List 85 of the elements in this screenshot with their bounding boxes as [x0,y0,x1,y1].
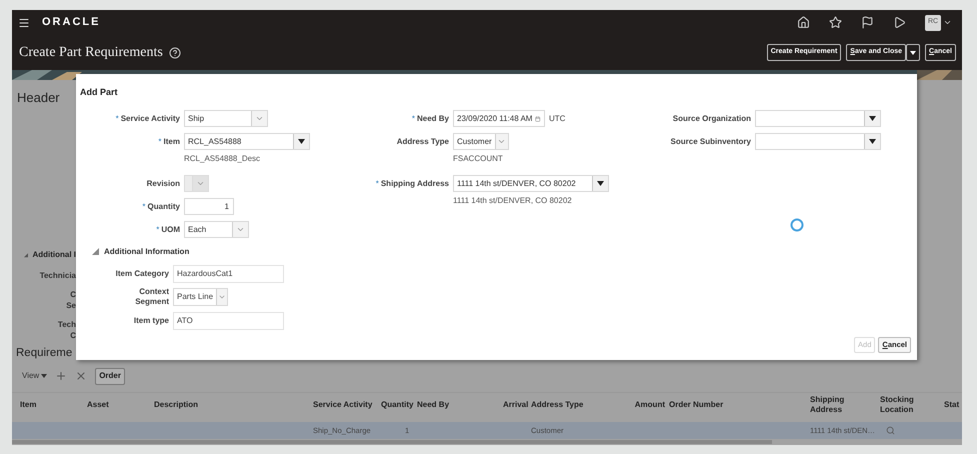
section-title: Additional Information [104,246,190,258]
select-field[interactable]: Customer [453,133,509,150]
date-field[interactable]: 23/09/2020 11:48 AM [453,110,545,127]
column-header: Arrival [503,393,531,422]
chevron-down-icon [497,137,506,146]
column-header: Stocking Location [880,393,944,422]
field-label: Need By [416,112,449,124]
play-icon[interactable] [893,16,906,29]
chevron-down-icon [255,114,264,123]
caret-down-icon [298,139,305,144]
field-description: 1111 14th st/DENVER, CO 80202 [453,195,572,207]
chevron-down-icon [218,293,226,301]
dropdown-button[interactable] [906,44,920,61]
field-label: Source Organization [672,112,751,124]
column-header: Shipping Address [810,393,880,422]
scrollbar[interactable] [12,440,772,444]
required-indicator: * [158,136,162,148]
brand-logo[interactable]: ORACLE [42,14,100,31]
field-label: Technicia [40,270,76,281]
section-heading: Requireme [16,346,72,361]
required-indicator: * [376,178,379,190]
order-button[interactable]: Order [95,368,125,384]
select-field[interactable]: Parts Line [173,288,228,306]
page-title: Create Part Requirements [19,44,163,62]
section-heading: Header [17,90,61,106]
home-icon[interactable] [797,16,810,29]
caret-down-icon [910,50,916,54]
star-icon[interactable] [829,16,842,29]
caret-down-icon [869,116,876,121]
disclosure-triangle-icon[interactable] [92,248,99,255]
caret-down-icon [41,374,48,378]
column-header: Asset [87,393,154,422]
field-label: UOM [161,224,180,236]
select-field[interactable]: Each [184,221,249,238]
view-menu[interactable]: View [22,370,48,382]
column-header: Description [154,393,313,422]
field-label: Shipping Address [380,178,449,190]
subsection-heading: Additional I [32,249,76,261]
field-label: Context Segment [134,287,169,307]
chevron-down-icon[interactable] [943,18,952,27]
combobox-field[interactable]: 1111 14th st/DENVER, CO 80202 [453,175,609,192]
required-indicator: * [412,112,415,124]
text-field[interactable]: HazardousCat1 [173,264,284,282]
combobox-field[interactable] [755,110,881,127]
caret-down-icon [869,139,876,144]
text-field[interactable]: ATO [173,312,284,330]
field-label: Tech C [58,319,76,341]
field-description: FSACCOUNT [453,153,503,165]
chevron-down-icon [196,179,205,188]
combobox-field[interactable]: RCL_AS54888 [184,133,310,150]
field-label: Item type [134,316,169,326]
column-header: Quantity [381,393,417,422]
field-label: Revision [146,178,180,190]
required-indicator: * [116,112,119,124]
combobox-field[interactable] [755,133,881,150]
column-header: Order Number [669,393,810,422]
column-header: Service Activity [313,393,381,422]
column-header: Stat [944,393,962,422]
delete-icon[interactable] [75,370,88,382]
menu-icon[interactable] [18,16,30,28]
column-header: Address Type [531,393,634,422]
required-indicator: * [142,200,146,212]
field-description: RCL_AS54888_Desc [184,153,260,165]
chevron-down-icon [236,225,245,234]
quantity-field[interactable]: 1 [184,198,234,215]
field-label: Quantity [148,200,180,212]
dialog-title: Add Part [80,87,118,97]
flag-icon[interactable] [861,16,874,29]
select-field[interactable]: Ship [184,110,268,127]
field-label: Source Subinventory [670,136,751,148]
column-header: Item [12,393,87,422]
field-label: C Se [66,289,76,311]
column-header: Need By [417,393,503,422]
caret-down-icon [597,181,604,186]
disclosure-triangle-icon [24,252,28,258]
field-label: Address Type [396,136,449,148]
add-icon[interactable] [55,370,68,382]
field-label: Item [164,136,180,148]
search-icon[interactable] [886,426,895,435]
field-label: Service Activity [120,112,180,124]
field-label: Item Category [116,268,169,278]
column-header: Amount [634,393,669,422]
required-indicator: * [156,224,160,236]
help-icon[interactable] [168,46,181,58]
timezone-label: UTC [549,112,566,124]
